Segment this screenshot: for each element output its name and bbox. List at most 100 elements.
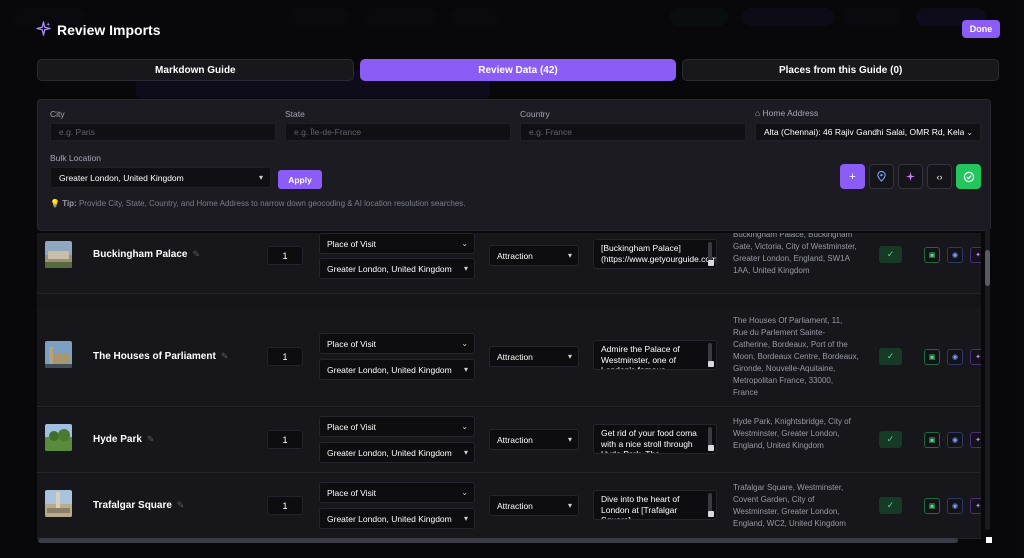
approve-all-button[interactable]: [956, 164, 981, 189]
ai-resolve-button[interactable]: ✦: [970, 498, 981, 514]
chevron-down-icon: ▾: [567, 501, 572, 510]
place-name[interactable]: Hyde Park ✎: [93, 434, 154, 445]
table-row: The Houses of Parliament ✎ 1 Place of Vis…: [37, 307, 981, 407]
done-button[interactable]: Done: [962, 20, 1000, 38]
place-thumbnail: [45, 490, 72, 517]
save-button[interactable]: ▣: [924, 432, 940, 448]
location-select[interactable]: Greater London, United Kingdom ▾: [319, 359, 475, 380]
place-name-text: Trafalgar Square: [93, 500, 172, 511]
geocode-button[interactable]: ◉: [947, 432, 963, 448]
location-select[interactable]: Greater London, United Kingdom ▾: [319, 442, 475, 463]
category-select[interactable]: Attraction ▾: [489, 346, 579, 367]
ai-resolve-button[interactable]: ✦: [970, 432, 981, 448]
bulk-location-select[interactable]: Greater London, United Kingdom ▾: [50, 167, 271, 188]
ai-resolve-button[interactable]: ✦: [970, 349, 981, 365]
quantity-input[interactable]: 1: [267, 430, 303, 449]
tab-review-data[interactable]: Review Data (42): [359, 59, 677, 81]
pencil-icon: ✎: [146, 434, 155, 444]
ai-resolve-button[interactable]: ✦: [970, 247, 981, 263]
visit-type-value: Place of Visit: [327, 421, 376, 432]
geocode-button[interactable]: ◉: [947, 247, 963, 263]
location-filter-panel: City e.g. Paris State e.g. Île-de-France…: [37, 99, 991, 231]
location-select[interactable]: Greater London, United Kingdom ▾: [319, 508, 475, 529]
home-address-select[interactable]: Alta (Chennai): 46 Rajiv Gandhi Salai, O…: [755, 123, 981, 141]
visit-type-value: Place of Visit: [327, 487, 376, 498]
tab-markdown-guide[interactable]: Markdown Guide: [37, 59, 354, 81]
home-address-label: ⌂ Home Address: [755, 108, 818, 118]
approve-button[interactable]: ✓: [879, 497, 902, 514]
scroll-corner: [986, 537, 992, 543]
save-icon: ▣: [928, 252, 936, 259]
save-button[interactable]: ▣: [924, 349, 940, 365]
state-label: State: [285, 109, 305, 119]
note-textarea[interactable]: Admire the Palace of Westminster, one of…: [593, 340, 717, 370]
save-button[interactable]: ▣: [924, 247, 940, 263]
location-value: Greater London, United Kingdom: [327, 263, 452, 274]
tip-body: Provide City, State, Country, and Home A…: [78, 199, 466, 208]
category-select[interactable]: Attraction ▾: [489, 245, 579, 266]
horizontal-scrollbar[interactable]: [38, 538, 958, 543]
chevron-down-icon: ▾: [463, 448, 468, 457]
place-name[interactable]: Trafalgar Square ✎: [93, 500, 184, 511]
note-text: Admire the Palace of Westminster, one of…: [601, 344, 680, 370]
map-pin-icon: ◉: [951, 437, 959, 444]
add-place-button[interactable]: +: [840, 164, 865, 189]
code-view-button[interactable]: ‹›: [927, 164, 952, 189]
apply-button[interactable]: Apply: [278, 170, 322, 189]
home-address-value: Alta (Chennai): 46 Rajiv Gandhi Salai, O…: [764, 127, 964, 137]
location-select[interactable]: Greater London, United Kingdom ▾: [319, 258, 475, 279]
place-name[interactable]: The Houses of Parliament ✎: [93, 351, 228, 362]
quantity-input[interactable]: 1: [267, 496, 303, 515]
check-icon: ✓: [886, 249, 895, 259]
chevron-down-icon: ⌄: [461, 339, 468, 348]
check-icon: ✓: [886, 351, 895, 361]
visit-type-select[interactable]: Place of Visit ⌄: [319, 482, 475, 503]
chevron-down-icon: ▾: [258, 173, 263, 182]
approve-button[interactable]: ✓: [879, 431, 902, 448]
visit-type-select[interactable]: Place of Visit ⌄: [319, 233, 475, 254]
resize-handle[interactable]: [708, 511, 714, 517]
check-icon: ✓: [886, 500, 895, 510]
state-input[interactable]: e.g. Île-de-France: [285, 123, 511, 141]
category-select[interactable]: Attraction ▾: [489, 429, 579, 450]
chevron-down-icon: ⌄: [461, 239, 468, 248]
home-address-label-text: Home Address: [762, 108, 819, 118]
category-select[interactable]: Attraction ▾: [489, 495, 579, 516]
plus-icon: +: [849, 170, 856, 183]
tab-places-from-guide[interactable]: Places from this Guide (0): [682, 59, 1000, 81]
modal-header: Review Imports: [36, 20, 160, 40]
review-imports-modal: Review Imports Done Markdown Guide Revie…: [30, 12, 1006, 548]
approve-button[interactable]: ✓: [879, 246, 902, 263]
note-text: Dive into the heart of London at [Trafal…: [601, 494, 680, 520]
visit-type-select[interactable]: Place of Visit ⌄: [319, 333, 475, 354]
resize-handle[interactable]: [708, 260, 714, 266]
country-input[interactable]: e.g. France: [520, 123, 746, 141]
vertical-scroll-track[interactable]: [985, 100, 990, 530]
note-textarea[interactable]: Get rid of your food coma with a nice st…: [593, 424, 717, 454]
vertical-scrollbar-thumb[interactable]: [985, 250, 990, 286]
note-textarea[interactable]: Dive into the heart of London at [Trafal…: [593, 490, 717, 520]
category-value: Attraction: [497, 250, 533, 261]
ai-resolve-all-button[interactable]: [898, 164, 923, 189]
visit-type-select[interactable]: Place of Visit ⌄: [319, 416, 475, 437]
geocode-button[interactable]: ◉: [947, 498, 963, 514]
place-name[interactable]: Buckingham Palace ✎: [93, 249, 200, 260]
resize-handle[interactable]: [708, 361, 714, 367]
quantity-input[interactable]: 1: [267, 347, 303, 366]
chevron-down-icon: ▾: [567, 435, 572, 444]
note-textarea[interactable]: [Buckingham Palace] (https://www.getyour…: [593, 239, 717, 269]
resize-handle[interactable]: [708, 445, 714, 451]
quantity-input[interactable]: 1: [267, 246, 303, 265]
geocode-button[interactable]: ◉: [947, 349, 963, 365]
category-value: Attraction: [497, 351, 533, 362]
city-input[interactable]: e.g. Paris: [50, 123, 276, 141]
modal-title: Review Imports: [57, 22, 161, 38]
review-table: Buckingham Palace ✎ 1 Place of Visit ⌄ Gre…: [37, 233, 981, 539]
save-button[interactable]: ▣: [924, 498, 940, 514]
resolved-address: The Houses Of Parliament, 11, Rue du Par…: [733, 316, 859, 397]
tip-text: 💡 Tip: Provide City, State, Country, and…: [50, 199, 466, 208]
sparkle-icon: ✦: [975, 252, 981, 259]
geocode-all-button[interactable]: [869, 164, 894, 189]
approve-button[interactable]: ✓: [879, 348, 902, 365]
save-icon: ▣: [928, 354, 936, 361]
